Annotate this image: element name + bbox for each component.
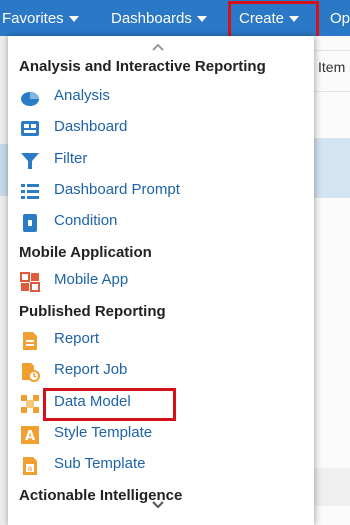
report-icon: [20, 331, 40, 351]
analysis-icon: [20, 88, 40, 108]
background-column-header: Item: [314, 50, 350, 92]
create-dropdown-menu: Analysis and Interactive Reporting Analy…: [8, 36, 314, 525]
menu-item-sub-template[interactable]: a Sub Template: [8, 450, 314, 480]
dashboards-label: Dashboards: [111, 10, 192, 27]
section-mobile-application: Mobile Application: [19, 244, 152, 261]
style-template-icon: A: [20, 425, 40, 445]
menu-item-report-job[interactable]: Report Job: [8, 356, 314, 386]
section-analysis-reporting: Analysis and Interactive Reporting: [19, 58, 266, 75]
svg-text:A: A: [25, 429, 35, 444]
dashboard-prompt-icon: [20, 182, 40, 202]
menu-item-label: Filter: [54, 150, 88, 167]
menu-item-report[interactable]: Report: [8, 325, 314, 355]
svg-text:a: a: [28, 464, 33, 473]
create-highlight-box: [228, 1, 319, 39]
menu-item-label: Condition: [54, 212, 118, 229]
menu-item-style-template[interactable]: A Style Template: [8, 419, 314, 449]
menu-item-label: Sub Template: [54, 455, 146, 472]
menu-item-mobile-app[interactable]: Mobile App: [8, 266, 314, 296]
background-footer: [314, 468, 350, 506]
data-model-icon: [20, 394, 40, 414]
section-published-reporting: Published Reporting: [19, 303, 166, 320]
background-page-right: Item: [314, 36, 350, 525]
scroll-up-icon[interactable]: [148, 40, 168, 54]
favorites-menu[interactable]: Favorites: [2, 0, 79, 36]
menu-item-label: Analysis: [54, 87, 110, 104]
sub-template-icon: a: [20, 456, 40, 476]
menu-item-analysis[interactable]: Analysis: [8, 82, 314, 112]
report-job-icon: [20, 362, 40, 382]
dashboard-icon: [20, 119, 40, 139]
menu-item-dashboard-prompt[interactable]: Dashboard Prompt: [8, 176, 314, 206]
data-model-highlight-box: [43, 388, 176, 421]
background-selected-row: [314, 138, 350, 198]
menu-item-filter[interactable]: Filter: [8, 145, 314, 175]
menu-item-condition[interactable]: Condition: [8, 207, 314, 237]
menu-item-label: Dashboard Prompt: [54, 181, 180, 198]
column-header-label: Item: [318, 59, 346, 75]
menu-item-label: Report: [54, 330, 100, 347]
top-navigation-bar: Favorites Dashboards Create Op: [0, 0, 350, 39]
filter-icon: [20, 151, 40, 171]
menu-item-label: Dashboard: [54, 118, 128, 135]
menu-item-label: Report Job: [54, 361, 128, 378]
menu-item-dashboard[interactable]: Dashboard: [8, 113, 314, 143]
chevron-down-icon: [196, 16, 207, 23]
chevron-down-icon: [68, 16, 79, 23]
background-page-left: [0, 36, 8, 525]
condition-icon: [20, 213, 40, 233]
menu-item-label: Mobile App: [54, 271, 129, 288]
favorites-label: Favorites: [2, 10, 64, 27]
menu-item-label: Style Template: [54, 424, 153, 441]
mobile-app-icon: [20, 272, 40, 292]
background-selected-row: [0, 144, 8, 196]
open-label: Op: [330, 10, 350, 27]
dashboards-menu[interactable]: Dashboards: [111, 0, 207, 36]
scroll-down-icon[interactable]: [148, 498, 168, 512]
open-menu-partial[interactable]: Op: [330, 0, 350, 36]
